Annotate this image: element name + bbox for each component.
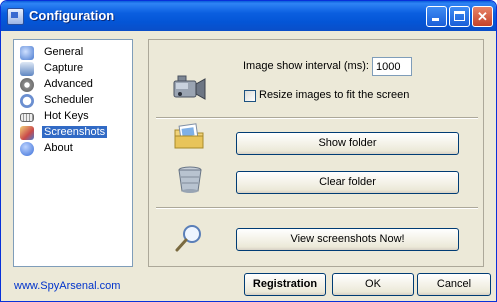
interval-input[interactable]: [372, 57, 412, 76]
section-divider: [156, 117, 478, 119]
interval-label: Image show interval (ms):: [243, 60, 369, 72]
screenshots-settings-panel: Image show interval (ms): Resize images …: [148, 39, 484, 267]
maximize-icon: [454, 11, 465, 21]
minimize-button[interactable]: [426, 6, 447, 27]
about-icon: [20, 142, 34, 156]
title-bar[interactable]: Configuration ✕: [1, 1, 496, 31]
capture-icon: [20, 62, 34, 76]
sidebar-item-label: Screenshots: [42, 126, 108, 138]
close-button[interactable]: ✕: [472, 6, 493, 27]
ok-button[interactable]: OK: [332, 273, 414, 296]
window-title: Configuration: [29, 8, 115, 23]
scheduler-icon: [20, 94, 34, 108]
cancel-button[interactable]: Cancel: [417, 273, 491, 296]
recycle-bin-icon: [178, 166, 202, 193]
general-icon: [20, 46, 34, 60]
website-link[interactable]: www.SpyArsenal.com: [14, 280, 120, 292]
section-divider: [156, 207, 478, 209]
image-folder-icon: [174, 123, 204, 149]
view-screenshots-button[interactable]: View screenshots Now!: [236, 228, 459, 251]
sidebar-item-label: Hot Keys: [44, 110, 89, 122]
settings-sidebar: General Capture Advanced Scheduler Hot K…: [13, 39, 133, 267]
sidebar-item-label: Capture: [44, 62, 84, 74]
clear-folder-button[interactable]: Clear folder: [236, 171, 459, 194]
sidebar-item-label: Advanced: [44, 78, 93, 90]
advanced-icon: [20, 78, 34, 92]
configuration-window: Configuration ✕ General Capture Advanced…: [0, 0, 497, 302]
minimize-icon: [432, 18, 439, 21]
maximize-button[interactable]: [449, 6, 470, 27]
magnifier-icon: [175, 225, 201, 252]
screenshots-icon: [20, 126, 34, 140]
hotkeys-icon: [20, 113, 34, 122]
resize-checkbox-label: Resize images to fit the screen: [259, 89, 410, 101]
sidebar-item-label: Scheduler: [44, 94, 94, 106]
close-icon: ✕: [477, 9, 488, 24]
video-camera-icon: [173, 75, 206, 100]
resize-checkbox[interactable]: [244, 90, 256, 102]
registration-button[interactable]: Registration: [244, 273, 326, 296]
sidebar-item-label: General: [44, 46, 84, 58]
show-folder-button[interactable]: Show folder: [236, 132, 459, 155]
app-icon: [7, 8, 24, 25]
sidebar-item-label: About: [44, 142, 73, 154]
